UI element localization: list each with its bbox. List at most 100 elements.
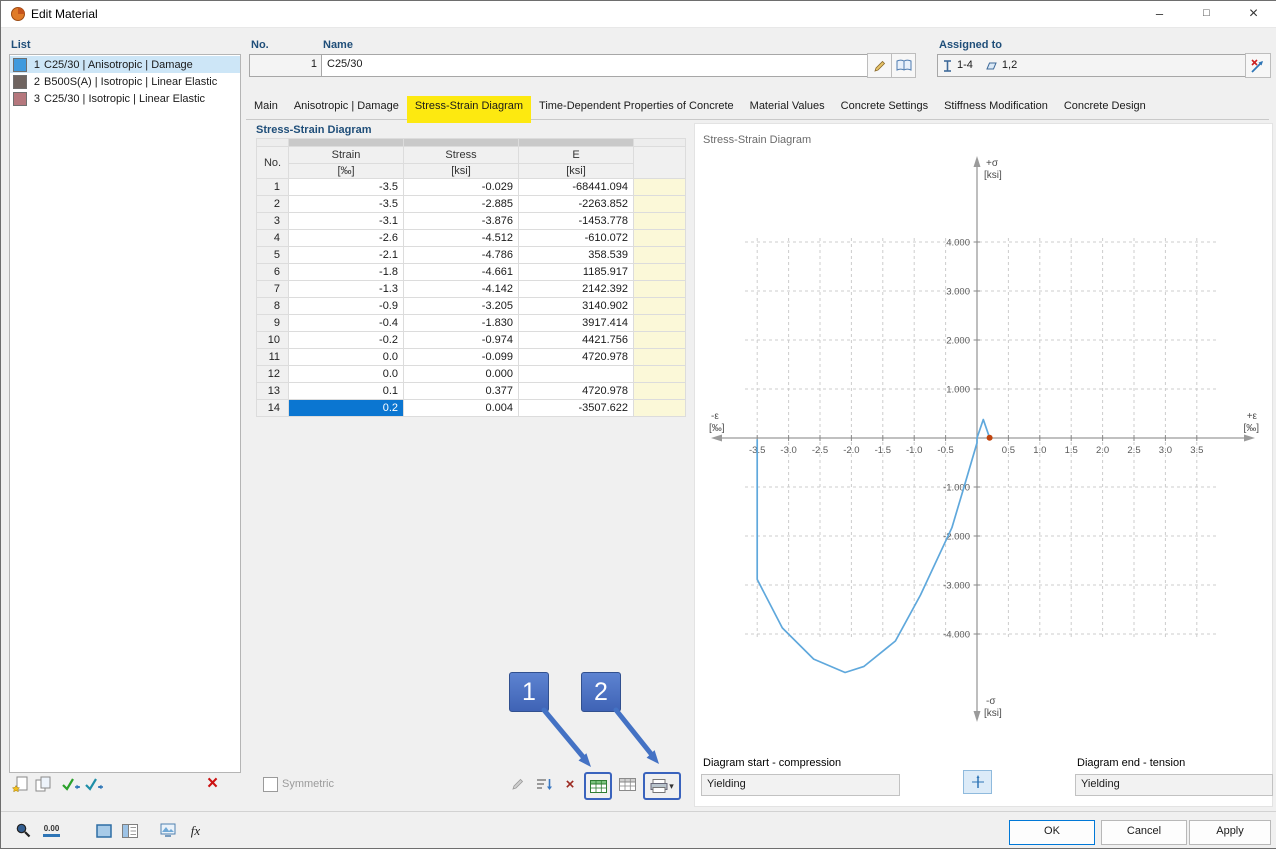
row-number-cell[interactable]: 10 (257, 332, 289, 349)
tab-anisotropic-damage[interactable]: Anisotropic | Damage (286, 96, 407, 123)
cell-stress[interactable]: -0.099 (404, 349, 519, 366)
row-number-cell[interactable]: 13 (257, 383, 289, 400)
row-number-cell[interactable]: 12 (257, 366, 289, 383)
col-header-strain[interactable]: Strain (289, 147, 404, 164)
delete-material-button[interactable]: × (207, 774, 218, 794)
cell-stress[interactable]: -3.205 (404, 298, 519, 315)
row-number-cell[interactable]: 9 (257, 315, 289, 332)
import-materials-button[interactable] (61, 776, 81, 795)
cell-e[interactable]: 4421.756 (519, 332, 634, 349)
tab-material-values[interactable]: Material Values (742, 96, 833, 123)
diagram-axis-button[interactable] (963, 770, 992, 794)
col-header-stress[interactable]: Stress (404, 147, 519, 164)
cell-e[interactable]: 4720.978 (519, 349, 634, 366)
cell-e[interactable]: -2263.852 (519, 196, 634, 213)
cell-strain[interactable]: -0.2 (289, 332, 404, 349)
select-assigned-objects-button[interactable] (1245, 53, 1271, 78)
row-number-cell[interactable]: 11 (257, 349, 289, 366)
decimal-places-button[interactable]: 0.00 (39, 818, 64, 843)
title-bar[interactable]: Edit Material – □ × (1, 1, 1276, 28)
cell-stress[interactable]: -0.974 (404, 332, 519, 349)
cell-strain[interactable]: 0.0 (289, 366, 404, 383)
tab-concrete-design[interactable]: Concrete Design (1056, 96, 1154, 123)
material-name-input[interactable]: C25/30 (321, 54, 875, 77)
close-button[interactable]: × (1230, 1, 1276, 26)
cell-e[interactable]: 3140.902 (519, 298, 634, 315)
rendering-button[interactable] (155, 818, 180, 843)
cell-strain[interactable]: -2.6 (289, 230, 404, 247)
diagram-start-select[interactable]: Yielding (701, 774, 900, 796)
cell-e[interactable]: 4720.978 (519, 383, 634, 400)
cell-strain[interactable]: -3.5 (289, 179, 404, 196)
cell-e[interactable]: -1453.778 (519, 213, 634, 230)
minimize-button[interactable]: – (1136, 1, 1183, 26)
find-button[interactable] (11, 818, 36, 843)
cell-strain[interactable]: -0.9 (289, 298, 404, 315)
cell-strain[interactable]: 0.1 (289, 383, 404, 400)
tab-stiffness-modification[interactable]: Stiffness Modification (936, 96, 1056, 123)
cell-strain[interactable]: -3.1 (289, 213, 404, 230)
color-display-button[interactable] (91, 818, 116, 843)
symmetric-checkbox[interactable] (263, 777, 278, 792)
tab-main[interactable]: Main (246, 96, 286, 123)
row-number-cell[interactable]: 3 (257, 213, 289, 230)
copy-material-button[interactable] (34, 776, 54, 797)
cell-e[interactable]: -68441.094 (519, 179, 634, 196)
cell-e[interactable]: 3917.414 (519, 315, 634, 332)
cell-strain[interactable]: -2.1 (289, 247, 404, 264)
ok-button[interactable]: OK (1009, 820, 1095, 845)
new-material-button[interactable] (11, 776, 31, 799)
material-library-button[interactable] (891, 53, 916, 78)
tab-concrete-settings[interactable]: Concrete Settings (833, 96, 936, 123)
row-number-cell[interactable]: 14 (257, 400, 289, 417)
cell-strain[interactable]: -0.4 (289, 315, 404, 332)
maximize-button[interactable]: □ (1183, 1, 1230, 26)
cell-stress[interactable]: -2.885 (404, 196, 519, 213)
cell-stress[interactable]: -0.029 (404, 179, 519, 196)
cell-stress[interactable]: -4.661 (404, 264, 519, 281)
col-header-e[interactable]: E (519, 147, 634, 164)
material-list[interactable]: 1C25/30 | Anisotropic | Damage2B500S(A) … (9, 54, 241, 773)
row-number-cell[interactable]: 8 (257, 298, 289, 315)
tab-stress-strain-diagram[interactable]: Stress-Strain Diagram (407, 96, 531, 123)
cell-e[interactable]: -610.072 (519, 230, 634, 247)
cell-e[interactable]: 1185.917 (519, 264, 634, 281)
row-number-cell[interactable]: 2 (257, 196, 289, 213)
export-materials-button[interactable] (84, 776, 104, 795)
column-select-strip[interactable] (257, 139, 686, 147)
cell-stress[interactable]: 0.004 (404, 400, 519, 417)
cell-stress[interactable]: -4.512 (404, 230, 519, 247)
row-number-cell[interactable]: 1 (257, 179, 289, 196)
cell-e[interactable]: -3507.622 (519, 400, 634, 417)
cell-e[interactable]: 2142.392 (519, 281, 634, 298)
cell-stress[interactable]: -4.786 (404, 247, 519, 264)
cell-e[interactable] (519, 366, 634, 383)
row-number-cell[interactable]: 7 (257, 281, 289, 298)
cell-stress[interactable]: 0.000 (404, 366, 519, 383)
cell-strain[interactable]: 0.0 (289, 349, 404, 366)
tab-time-dependent-properties-of-concrete[interactable]: Time-Dependent Properties of Concrete (531, 96, 742, 123)
row-number-cell[interactable]: 4 (257, 230, 289, 247)
list-item[interactable]: 3C25/30 | Isotropic | Linear Elastic (10, 90, 240, 107)
cell-stress[interactable]: -3.876 (404, 213, 519, 230)
edit-name-button[interactable] (867, 53, 892, 78)
formula-button[interactable]: fx (183, 818, 208, 843)
print-export-dropdown-button[interactable]: ▾ (643, 772, 681, 800)
panel-layout-button[interactable] (117, 818, 142, 843)
cell-strain[interactable]: 0.2 (289, 400, 404, 417)
import-from-table-button[interactable] (584, 772, 612, 800)
cell-strain[interactable]: -1.8 (289, 264, 404, 281)
cell-strain[interactable]: -3.5 (289, 196, 404, 213)
row-number-cell[interactable]: 5 (257, 247, 289, 264)
list-item[interactable]: 1C25/30 | Anisotropic | Damage (10, 56, 240, 73)
list-item[interactable]: 2B500S(A) | Isotropic | Linear Elastic (10, 73, 240, 90)
apply-button[interactable]: Apply (1189, 820, 1271, 845)
row-number-cell[interactable]: 6 (257, 264, 289, 281)
diagram-end-select[interactable]: Yielding (1075, 774, 1273, 796)
cancel-button[interactable]: Cancel (1101, 820, 1187, 845)
cell-e[interactable]: 358.539 (519, 247, 634, 264)
cell-strain[interactable]: -1.3 (289, 281, 404, 298)
cell-stress[interactable]: -4.142 (404, 281, 519, 298)
cell-stress[interactable]: 0.377 (404, 383, 519, 400)
cell-stress[interactable]: -1.830 (404, 315, 519, 332)
